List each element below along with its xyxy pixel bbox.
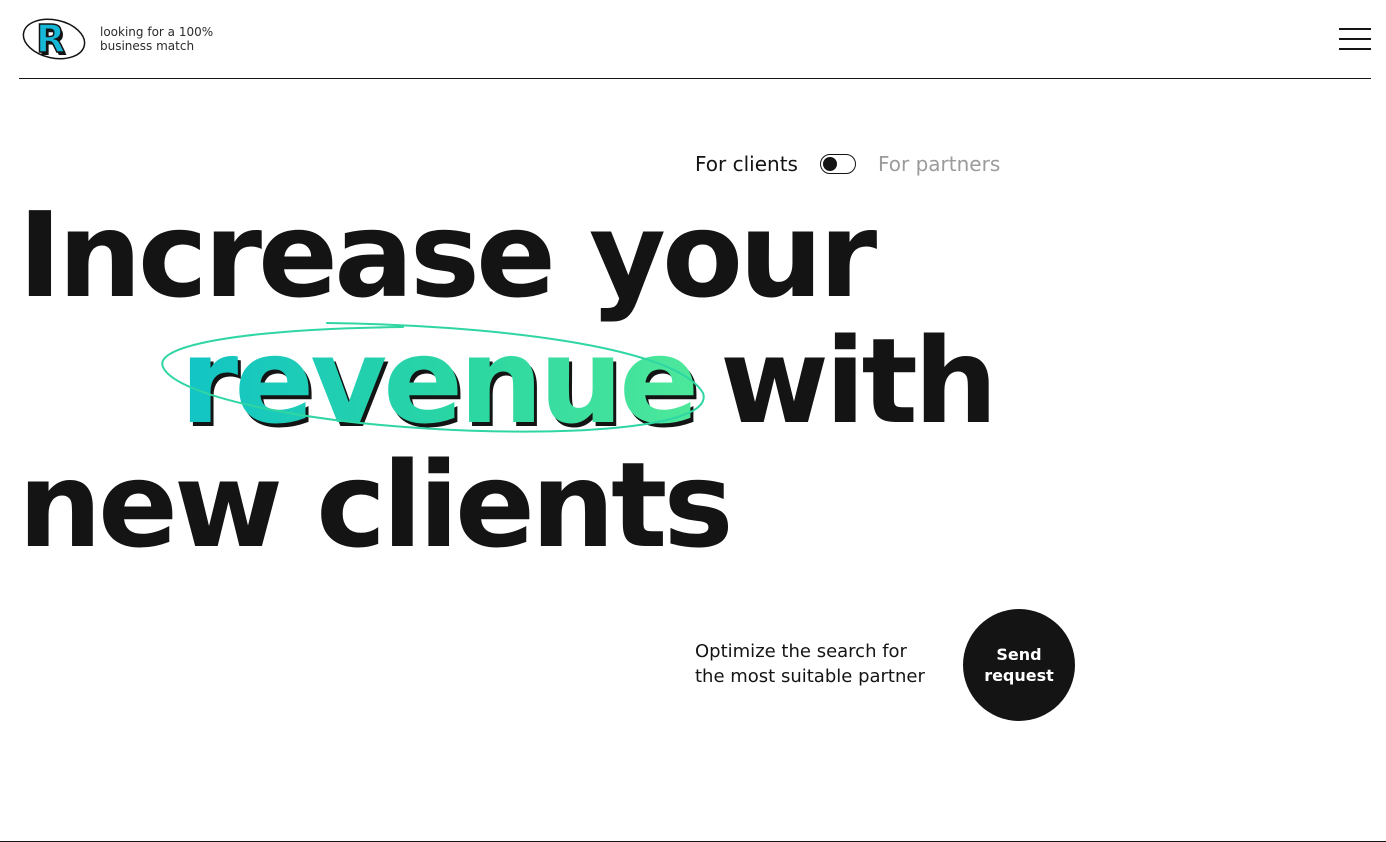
headline-line-2-rest: with [720, 312, 998, 450]
send-request-label-line: Send [996, 645, 1042, 664]
for-partners-label[interactable]: For partners [878, 151, 1000, 177]
tagline-line: business match [100, 39, 195, 53]
headline-line-3: new clients [18, 436, 734, 574]
subtitle-line: the most suitable partner [695, 666, 925, 687]
site-header: R R looking for a 100% business match [19, 0, 1371, 79]
logo-letter: R [36, 17, 65, 61]
audience-switch[interactable] [820, 154, 856, 174]
audience-toggle: For clients For partners [695, 150, 1055, 178]
headline-line-1: Increase your [18, 186, 877, 324]
menu-button[interactable] [1339, 26, 1371, 52]
tagline-line: looking for a 100% [100, 25, 214, 39]
logo-icon[interactable]: R R [22, 15, 88, 63]
hero-headline: Increase your revenue revenue with new c… [0, 190, 1100, 580]
subtitle-line: Optimize the search for [695, 641, 907, 662]
send-request-button[interactable]: Send request [963, 609, 1075, 721]
landing-page: R R looking for a 100% business match Fo… [0, 0, 1386, 842]
for-clients-label[interactable]: For clients [695, 151, 798, 177]
send-request-label-line: request [984, 666, 1054, 685]
tagline: looking for a 100% business match [100, 25, 250, 53]
headline-highlight: revenue [180, 312, 699, 450]
hero-subtitle: Optimize the search for the most suitabl… [695, 639, 955, 689]
switch-knob [823, 156, 837, 171]
